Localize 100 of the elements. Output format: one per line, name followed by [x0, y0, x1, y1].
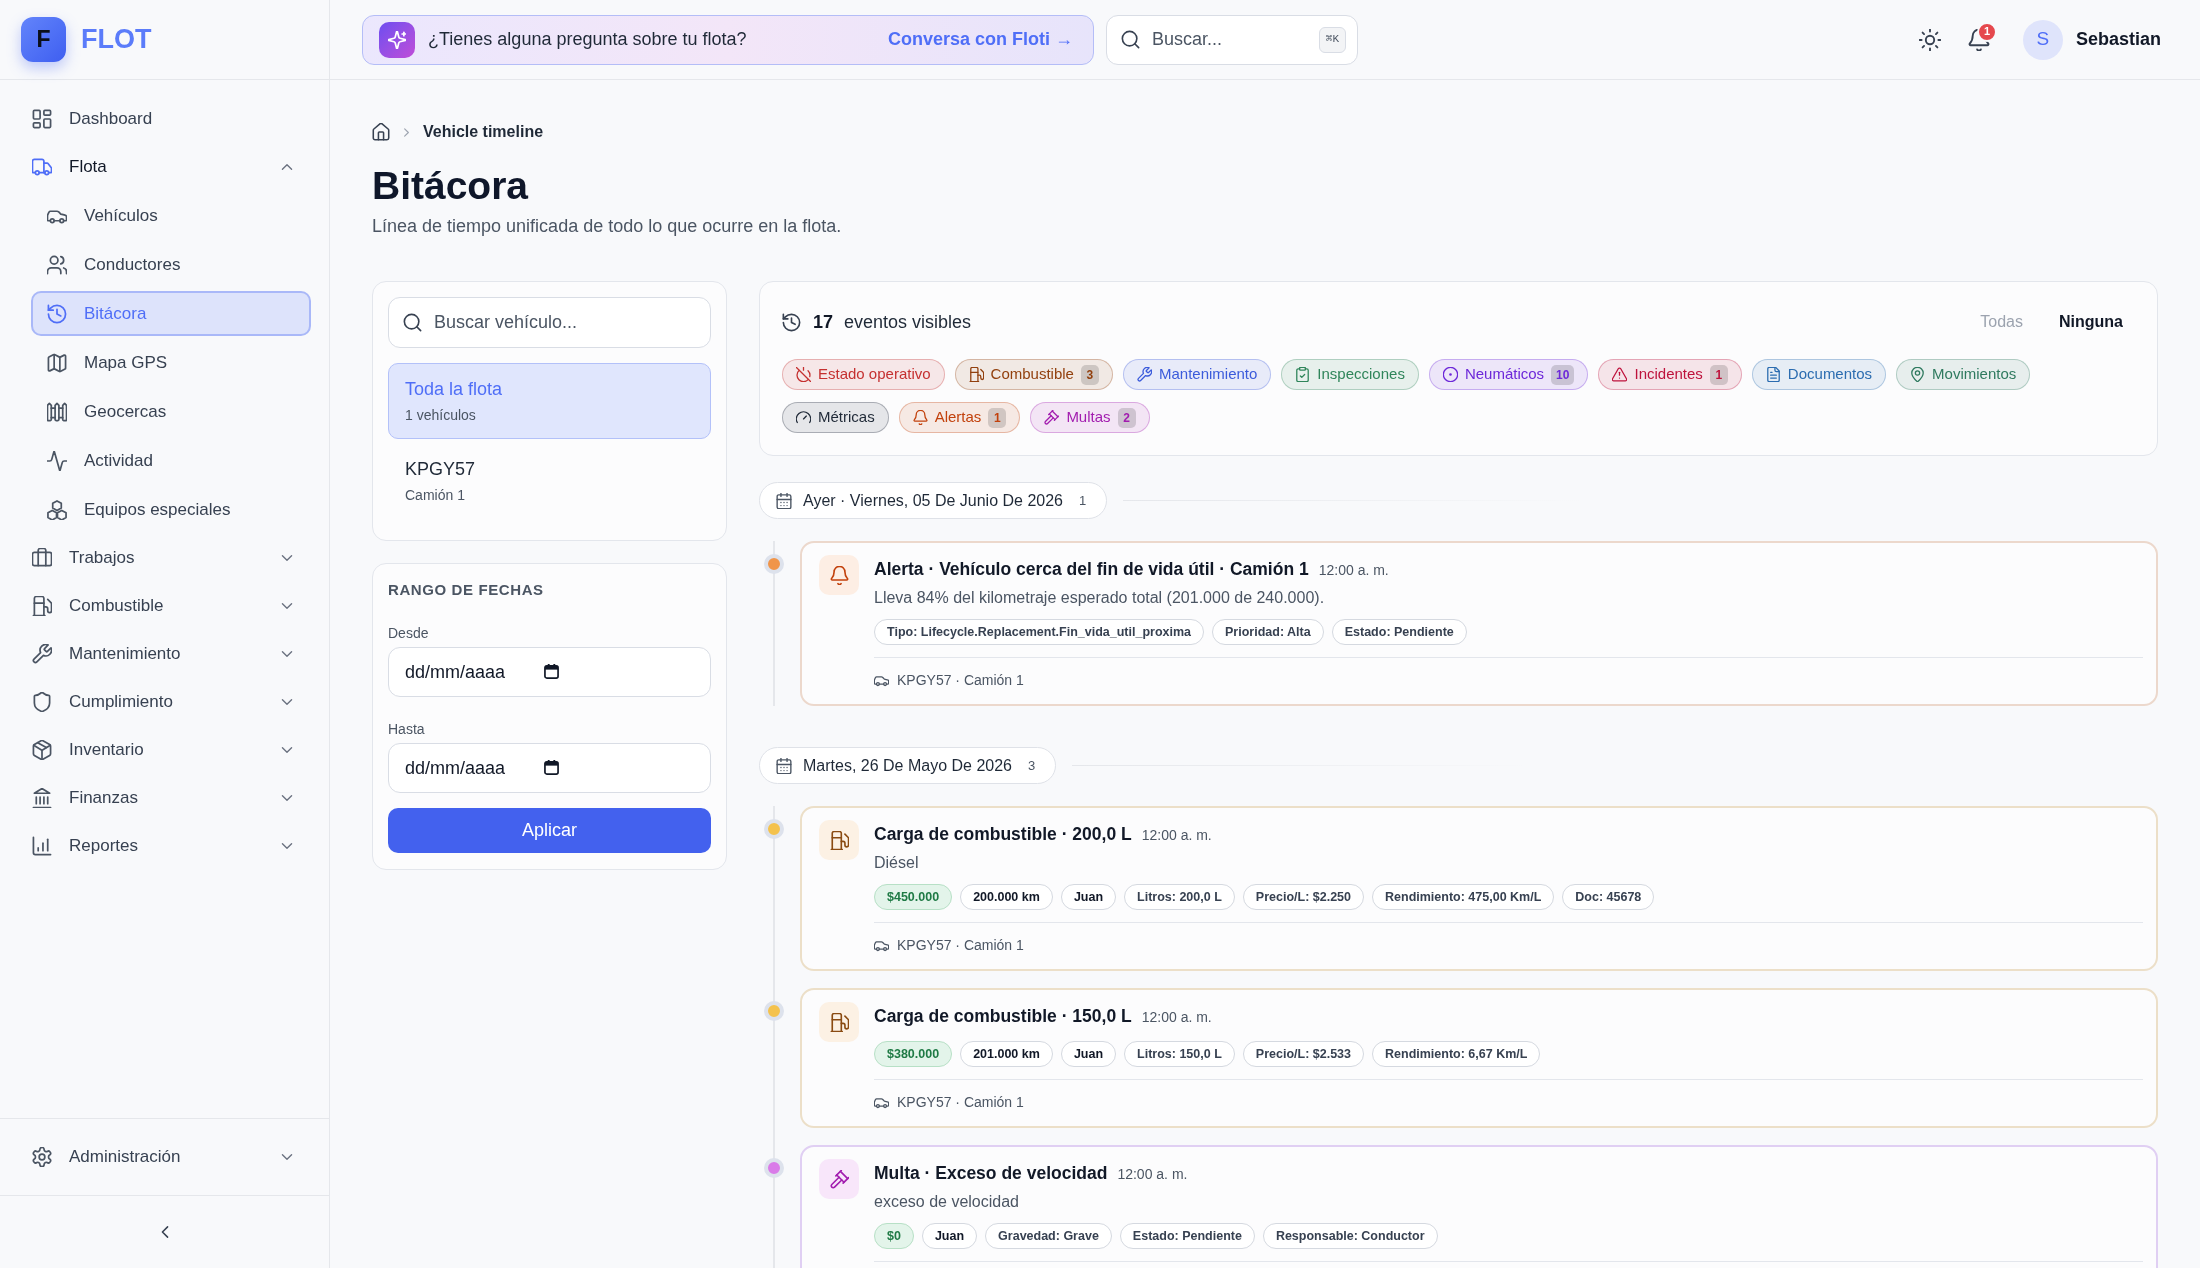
history-icon: [782, 312, 801, 332]
nav-item[interactable]: Flota: [18, 145, 311, 189]
filter-chip[interactable]: Documentos: [1751, 359, 1887, 390]
filter-chip[interactable]: Métricas: [782, 402, 889, 433]
nav-subitem[interactable]: Conductores: [31, 242, 311, 287]
nav-subitem[interactable]: Equipos especiales: [31, 487, 311, 532]
vehicle-option[interactable]: Toda la flota 1 vehículos: [388, 363, 711, 439]
home-icon[interactable]: [372, 123, 390, 141]
grid-icon: [32, 109, 52, 129]
nav-item[interactable]: Combustible: [18, 584, 311, 628]
vehicle-search-field[interactable]: Buscar vehículo...: [388, 297, 711, 348]
event-tag: Juan: [1060, 884, 1117, 910]
search-icon: [1121, 29, 1140, 49]
target-icon: [1442, 367, 1458, 382]
event-time: 12:00 a. m.: [1117, 1165, 1188, 1184]
chip-count: 2: [1117, 407, 1136, 428]
nav-item[interactable]: Dashboard: [18, 97, 311, 141]
calendar-icon[interactable]: [544, 664, 559, 679]
event-tag: Juan: [921, 1223, 978, 1249]
filter-chip[interactable]: Estado operativo: [782, 359, 945, 390]
gavel-icon: [819, 1159, 859, 1199]
nav-item[interactable]: Inventario: [18, 728, 311, 772]
filter-chip[interactable]: Mantenimiento: [1122, 359, 1272, 390]
event-time: 12:00 a. m.: [1318, 561, 1389, 580]
filter-chip[interactable]: Incidentes 1: [1598, 359, 1742, 390]
filter-chip[interactable]: Movimientos: [1896, 359, 2031, 390]
filter-chip[interactable]: Inspecciones: [1281, 359, 1419, 390]
event-title: Alerta · Vehículo cerca del fin de vida útil · Camión 1: [874, 558, 1309, 581]
calendar-icon[interactable]: [544, 760, 559, 775]
nav-subitem[interactable]: Mapa GPS: [31, 340, 311, 385]
nav-item[interactable]: Cumplimiento: [18, 680, 311, 724]
filter-chip[interactable]: Alertas 1: [898, 402, 1021, 433]
power-off-icon: [796, 367, 811, 382]
event-tag: Precio/L: $2.250: [1242, 884, 1364, 910]
apply-button[interactable]: Aplicar: [388, 808, 711, 853]
event-tag: Rendimiento: 6,67 Km/L: [1372, 1041, 1541, 1067]
nav-item[interactable]: Reportes: [18, 824, 311, 868]
filter-chip[interactable]: Neumáticos 10: [1428, 359, 1589, 390]
logo-mark: F: [21, 17, 66, 62]
event-title: Multa · Exceso de velocidad: [874, 1162, 1108, 1185]
event-tag: Gravedad: Grave: [985, 1223, 1112, 1249]
wrench-icon: [1136, 367, 1152, 382]
event-title: Carga de combustible · 200,0 L: [874, 823, 1132, 846]
event-vehicle: KPGY57 · Camión 1: [897, 671, 1024, 690]
fuel-pump-icon: [32, 596, 52, 616]
filter-chip[interactable]: Combustible 3: [954, 359, 1113, 390]
event-tag: Doc: 45678: [1562, 884, 1655, 910]
event-tag: Juan: [1060, 1041, 1117, 1067]
map-icon: [47, 352, 67, 373]
nav-subitem[interactable]: Vehículos: [31, 193, 311, 238]
event-tag: 200.000 km: [960, 884, 1053, 910]
event-time: 12:00 a. m.: [1141, 1008, 1212, 1027]
event-tag: Litros: 150,0 L: [1124, 1041, 1235, 1067]
nav-subitem[interactable]: Actividad: [31, 438, 311, 483]
event-title: Carga de combustible · 150,0 L: [874, 1005, 1132, 1028]
sun-icon[interactable]: [1918, 28, 1941, 51]
package-icon: [32, 740, 52, 760]
event-card[interactable]: Carga de combustible · 200,0 L 12:00 a. m. Diésel $450.000 200.000 km Juan Litros: 200,0 L Precio/L: $2.250 Rendimiento: 475,00 Km/L Doc: 45678 KPGY57 · Camión 1: [800, 806, 2158, 971]
event-tag: Responsable: Conductor: [1262, 1223, 1438, 1249]
map-pin-icon: [1910, 367, 1926, 382]
event-count: 17: [813, 310, 834, 334]
event-tag: Estado: Pendiente: [1331, 619, 1467, 645]
filter-chip[interactable]: Multas 2: [1030, 402, 1150, 433]
settings-icon: [32, 1147, 52, 1167]
event-card[interactable]: [800, 541, 2158, 706]
chip-count: 10: [1551, 364, 1575, 385]
date-event-count: 1: [1079, 491, 1087, 510]
filter-action[interactable]: Ninguna: [2047, 306, 2135, 338]
event-tag: $380.000: [874, 1041, 953, 1067]
event-tag: 201.000 km: [960, 1041, 1053, 1067]
bell-icon: [912, 410, 928, 425]
page-subtitle: Línea de tiempo unificada de todo lo que ocurre en la flota.: [372, 215, 843, 238]
event-tag: $0: [874, 1223, 914, 1249]
vehicle-option[interactable]: KPGY57 Camión 1: [388, 443, 711, 519]
nav-item[interactable]: Mantenimiento: [18, 632, 311, 676]
event-tag: Litros: 200,0 L: [1124, 884, 1235, 910]
event-card[interactable]: Carga de combustible · 150,0 L 12:00 a. m. $380.000 201.000 km Juan Litros: 150,0 L Precio/L: $2.533 Rendimiento: 6,67 Km/L KPGY57 · Camión 1: [800, 988, 2158, 1128]
field-label: Hasta: [388, 720, 426, 738]
date-field[interactable]: dd/mm/aaaa: [388, 647, 711, 697]
nav-subitem[interactable]: Geocercas: [31, 389, 311, 434]
assistant-banner[interactable]: ¿Tienes alguna pregunta sobre tu flota? Conversa con Floti →: [362, 14, 1094, 65]
notification-badge: 1: [1976, 21, 1997, 42]
nav-item[interactable]: Administración: [18, 1135, 311, 1179]
gavel-icon: [1044, 410, 1060, 425]
user-avatar[interactable]: S: [2022, 19, 2063, 60]
user-name[interactable]: Sebastian: [2075, 26, 2161, 53]
bell-icon: [819, 555, 859, 595]
event-card[interactable]: Multa · Exceso de velocidad 12:00 a. m. exceso de velocidad $0 Juan Gravedad: Grave Estado: Pendiente Responsable: Conductor: [800, 1145, 2158, 1268]
vehicle-option-subtitle: 1 vehículos: [405, 406, 477, 424]
date-field[interactable]: dd/mm/aaaa: [388, 743, 711, 793]
bell-icon[interactable]: [1967, 28, 1990, 51]
event-description: Lleva 84% del kilometraje esperado total (201.000 de 240.000).: [874, 588, 1326, 608]
nav-item[interactable]: Finanzas: [18, 776, 311, 820]
chip-count: 1: [988, 407, 1007, 428]
event-count-label: eventos visibles: [844, 310, 972, 334]
pulse-icon: [47, 450, 67, 471]
chip-count: 3: [1080, 364, 1099, 385]
chat-link[interactable]: Conversa con Floti →: [887, 26, 1073, 53]
nav-item[interactable]: Trabajos: [18, 536, 311, 580]
date-label: Martes, 26 De Mayo De 2026: [803, 755, 1012, 776]
